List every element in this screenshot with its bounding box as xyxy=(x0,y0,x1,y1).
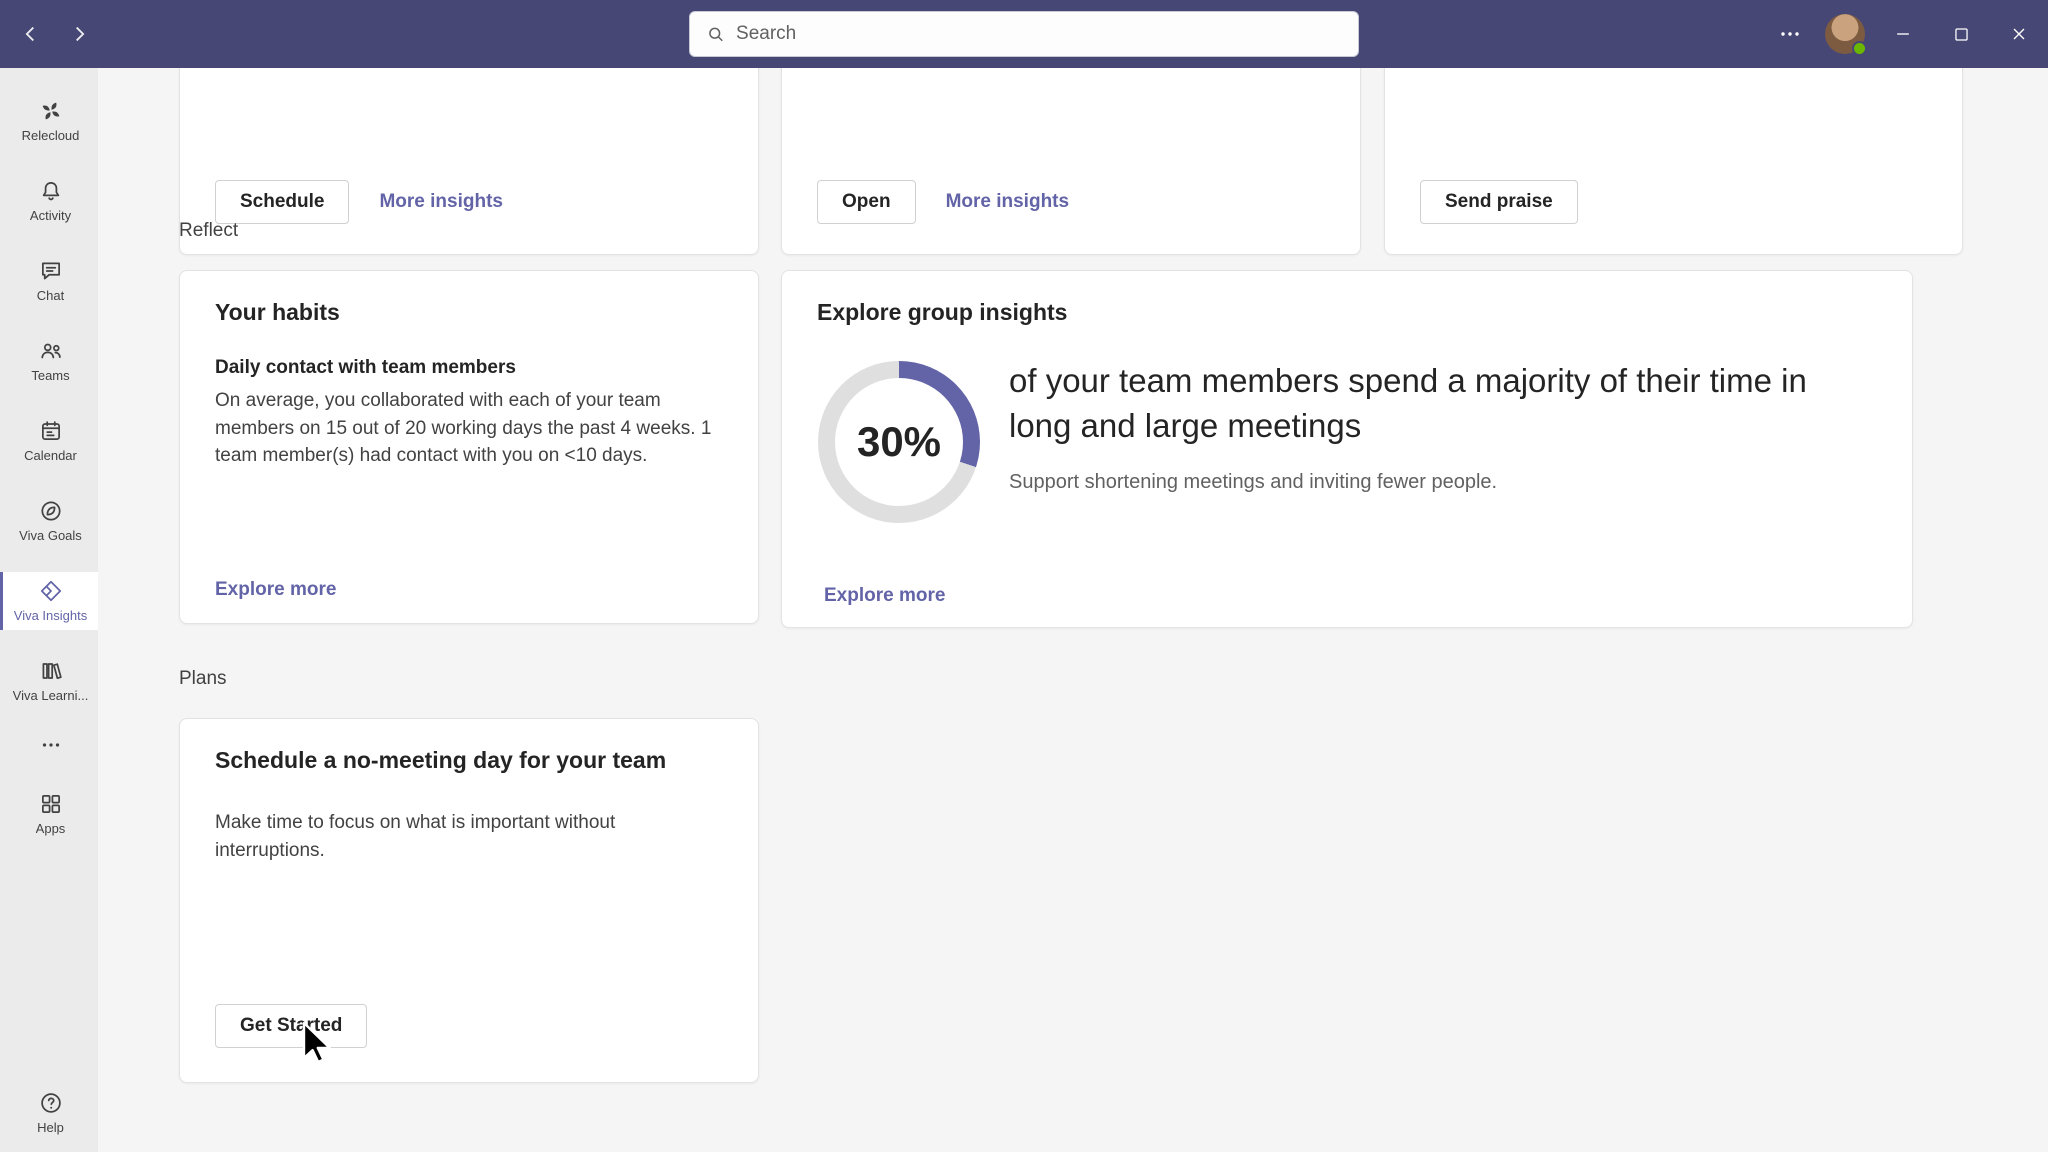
people-icon xyxy=(38,338,64,364)
habits-body-text: On average, you collaborated with each o… xyxy=(215,387,720,470)
reflect-section-label: Reflect xyxy=(179,220,238,242)
apps-grid-icon xyxy=(38,791,64,817)
more-insights-link[interactable]: More insights xyxy=(379,191,503,213)
send-praise-button[interactable]: Send praise xyxy=(1420,180,1578,224)
sidebar-item-label: Help xyxy=(37,1121,64,1135)
group-insights-donut: 30% xyxy=(818,361,980,523)
calendar-icon xyxy=(38,418,64,444)
search-input[interactable] xyxy=(736,23,1342,45)
sidebar-item-chat[interactable]: Chat xyxy=(0,252,98,310)
more-options-button[interactable] xyxy=(1764,0,1816,68)
more-dots-icon xyxy=(38,732,64,758)
presence-available-badge xyxy=(1852,41,1867,56)
more-insights-link[interactable]: More insights xyxy=(946,191,1070,213)
sidebar-item-label: Viva Insights xyxy=(14,609,87,623)
open-button[interactable]: Open xyxy=(817,180,916,224)
back-button[interactable] xyxy=(14,17,48,51)
donut-percent-label: 30% xyxy=(857,418,941,466)
explore-more-link[interactable]: Explore more xyxy=(215,579,336,601)
forward-button[interactable] xyxy=(62,17,96,51)
sidebar-item-viva-insights[interactable]: Viva Insights xyxy=(0,572,98,630)
sidebar-item-label: Viva Learni... xyxy=(13,689,89,703)
sidebar-item-help[interactable]: Help xyxy=(0,1084,98,1142)
schedule-button[interactable]: Schedule xyxy=(215,180,349,224)
nav-arrows xyxy=(14,0,96,68)
explore-more-link[interactable]: Explore more xyxy=(824,585,945,607)
profile-button[interactable] xyxy=(1816,0,1874,68)
bell-icon xyxy=(38,178,64,204)
search-bar[interactable] xyxy=(689,11,1359,57)
top-card-schedule: Schedule More insights xyxy=(179,68,759,255)
group-insights-card: Explore group insights 30% of your team … xyxy=(781,270,1913,628)
get-started-button[interactable]: Get Started xyxy=(215,1004,367,1048)
relecloud-icon xyxy=(38,98,64,124)
plans-section-label: Plans xyxy=(179,668,227,690)
sidebar-item-apps[interactable]: Apps xyxy=(0,785,98,843)
search-icon xyxy=(706,24,726,45)
sidebar-item-viva-learning[interactable]: Viva Learni... xyxy=(0,652,98,710)
sidebar-item-calendar[interactable]: Calendar xyxy=(0,412,98,470)
sidebar-item-label: Viva Goals xyxy=(19,529,82,543)
sidebar-item-label: Activity xyxy=(30,209,71,223)
app-sidebar: Relecloud Activity Chat Teams Calendar xyxy=(0,68,98,1152)
viva-insights-icon xyxy=(38,578,64,604)
chevron-left-icon xyxy=(20,23,42,45)
minimize-button[interactable] xyxy=(1874,0,1932,68)
viva-goals-icon xyxy=(38,498,64,524)
habits-subtitle: Daily contact with team members xyxy=(215,357,516,379)
avatar xyxy=(1825,14,1865,54)
sidebar-item-label: Chat xyxy=(37,289,64,303)
sidebar-item-label: Apps xyxy=(36,822,66,836)
viva-learning-icon xyxy=(38,658,64,684)
sidebar-item-label: Calendar xyxy=(24,449,77,463)
top-card-open: Open More insights xyxy=(781,68,1361,255)
plan-body-text: Make time to focus on what is important … xyxy=(215,809,665,864)
your-habits-card: Your habits Daily contact with team memb… xyxy=(179,270,759,624)
maximize-icon xyxy=(1952,25,1971,44)
minimize-icon xyxy=(1893,24,1913,44)
chat-icon xyxy=(38,258,64,284)
main-content: Schedule More insights Open More insight… xyxy=(98,68,2048,1152)
titlebar xyxy=(0,0,2048,68)
maximize-button[interactable] xyxy=(1932,0,1990,68)
close-button[interactable] xyxy=(1990,0,2048,68)
sidebar-item-teams[interactable]: Teams xyxy=(0,332,98,390)
sidebar-item-label: Relecloud xyxy=(22,129,80,143)
top-card-praise: Send praise xyxy=(1384,68,1963,255)
sidebar-more-apps-button[interactable] xyxy=(0,732,98,763)
group-insights-headline: of your team members spend a majority of… xyxy=(1009,359,1869,448)
card-title: Explore group insights xyxy=(817,299,1067,326)
close-icon xyxy=(2009,24,2029,44)
titlebar-right xyxy=(1764,0,2048,68)
chevron-right-icon xyxy=(68,23,90,45)
group-insights-support-text: Support shortening meetings and inviting… xyxy=(1009,471,1869,494)
card-title: Your habits xyxy=(215,299,340,326)
help-icon xyxy=(38,1090,64,1116)
no-meeting-day-card: Schedule a no-meeting day for your team … xyxy=(179,718,759,1083)
sidebar-item-relecloud[interactable]: Relecloud xyxy=(0,92,98,150)
donut-center: 30% xyxy=(835,378,963,506)
sidebar-item-label: Teams xyxy=(31,369,69,383)
sidebar-item-viva-goals[interactable]: Viva Goals xyxy=(0,492,98,550)
card-title: Schedule a no-meeting day for your team xyxy=(215,747,666,774)
sidebar-item-activity[interactable]: Activity xyxy=(0,172,98,230)
ellipsis-icon xyxy=(1778,22,1802,46)
